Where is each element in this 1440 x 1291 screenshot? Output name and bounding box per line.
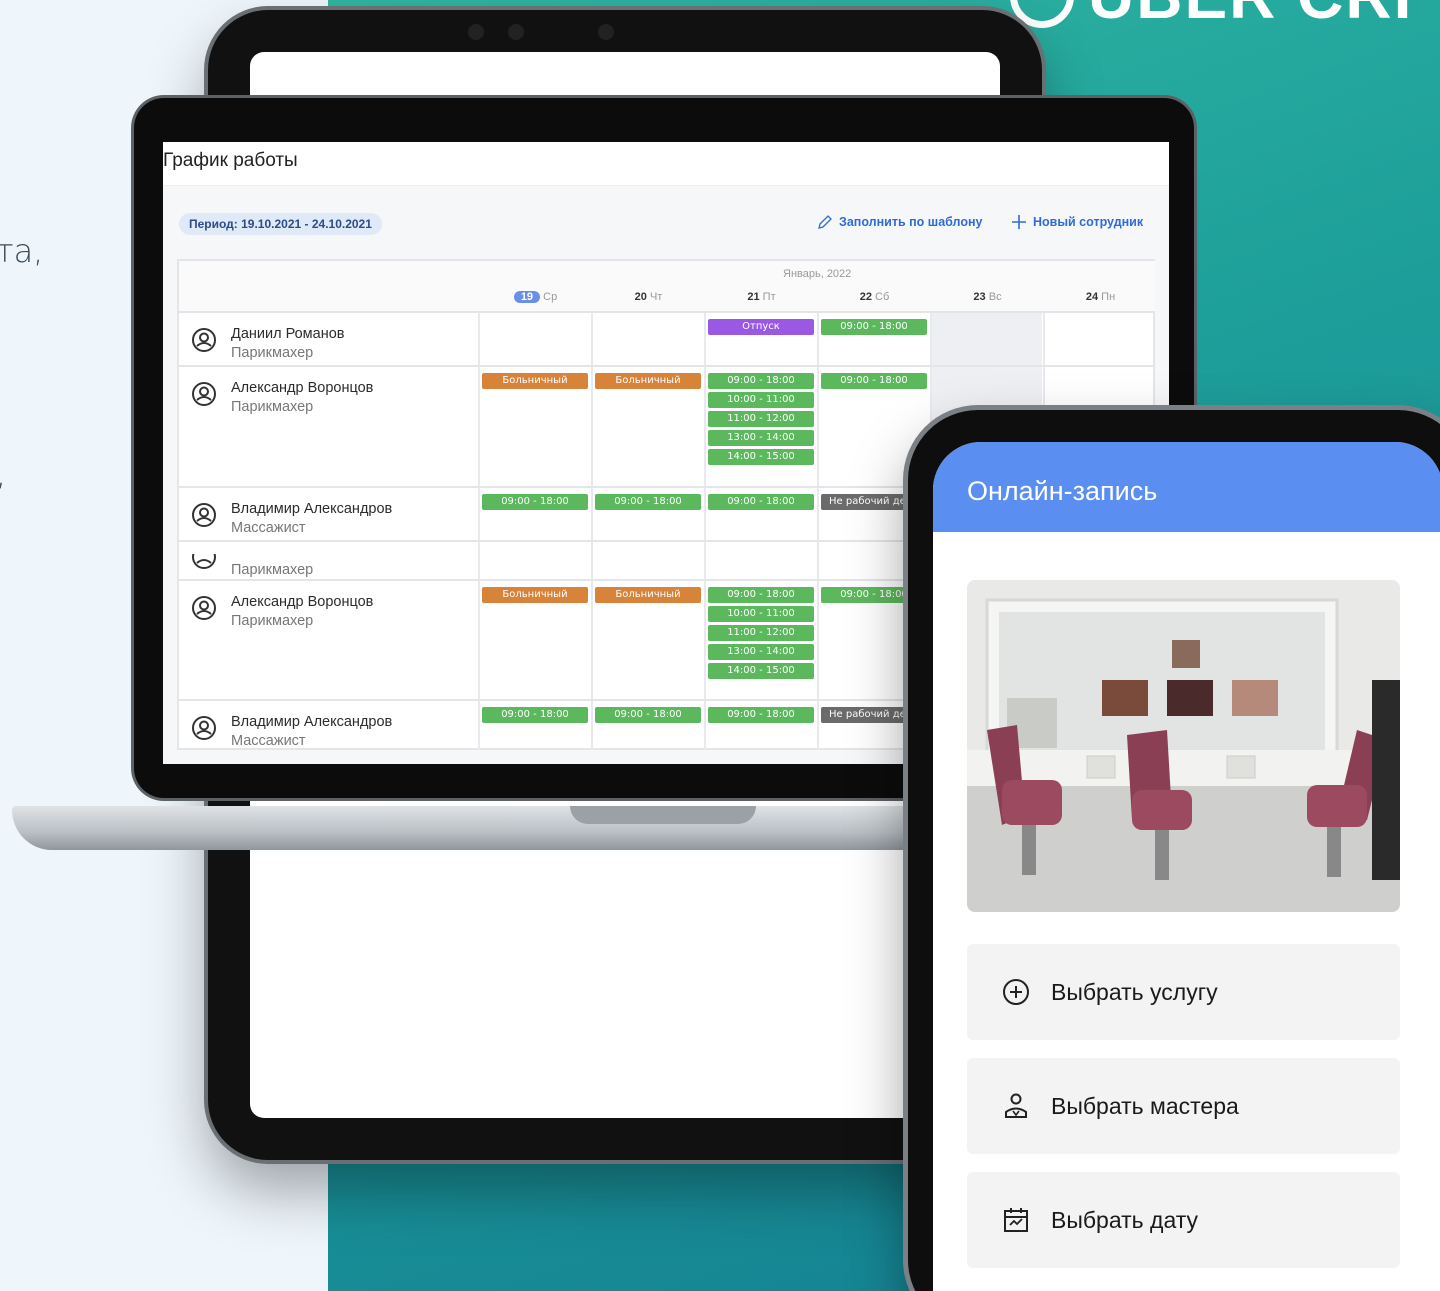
employee-role: Парикмахер	[231, 345, 314, 361]
employee-row[interactable]: Даниил Романов Парикмахер Отпуск 09:00 - …	[179, 313, 1155, 367]
employee-role: Парикмахер	[231, 562, 314, 578]
user-circle-icon	[192, 716, 216, 740]
slot-badge[interactable]: 11:00 - 12:00	[708, 625, 814, 641]
choose-master-label: Выбрать мастера	[1051, 1092, 1239, 1119]
slot-badge[interactable]: 11:00 - 12:00	[708, 411, 814, 427]
slot-badge[interactable]: 13:00 - 14:00	[708, 644, 814, 660]
fill-template-label: Заполнить по шаблону	[839, 215, 983, 229]
sick-badge[interactable]: Больничный	[595, 587, 701, 603]
plus-circle-icon	[1003, 979, 1029, 1005]
phone-header: Онлайн-запись	[933, 442, 1440, 532]
camera-icon	[468, 24, 484, 40]
employee-info: Александр Воронцов Парикмахер	[191, 379, 373, 417]
tablet-camera-bar	[468, 20, 848, 42]
shift-badge[interactable]: 09:00 - 18:00	[482, 707, 588, 723]
slot-badge[interactable]: 10:00 - 11:00	[708, 606, 814, 622]
new-employee-label: Новый сотрудник	[1033, 215, 1144, 229]
day-header: 19 Ср	[479, 291, 592, 303]
shift-badge[interactable]: 09:00 - 18:00	[482, 494, 588, 510]
logo-text: UBER CRI	[1088, 0, 1413, 33]
employee-role: Массажист	[231, 733, 306, 749]
pencil-icon	[818, 215, 832, 229]
grid-header: Январь, 2022 19 Ср 20 Чт 21 Пт 22 Сб 23 …	[179, 261, 1155, 313]
employee-name: Даниил Романов	[231, 326, 345, 342]
period-badge[interactable]: Период: 19.10.2021 - 24.10.2021	[179, 213, 382, 235]
camera-icon	[508, 24, 524, 40]
employee-info: Даниил Романов Парикмахер	[191, 325, 345, 363]
brand-logo: UBER CRI	[1010, 0, 1413, 32]
slot-badge[interactable]: 09:00 - 18:00	[708, 587, 814, 603]
slot-badge[interactable]: 09:00 - 18:00	[708, 373, 814, 389]
master-person-icon	[1005, 1093, 1027, 1118]
day-header: 24 Пн	[1085, 291, 1116, 303]
fill-template-button[interactable]: Заполнить по шаблону	[817, 214, 982, 230]
user-circle-icon	[192, 503, 216, 527]
employee-role: Парикмахер	[231, 399, 314, 415]
employee-name: Владимир Александров	[231, 714, 393, 730]
vacation-badge[interactable]: Отпуск	[708, 319, 814, 335]
user-circle-icon	[192, 382, 216, 406]
plus-icon	[1012, 215, 1026, 229]
shift-badge[interactable]: 09:00 - 18:00	[595, 494, 701, 510]
phone-screen: Онлайн-запись Выбрать услугу Выбрать мас…	[933, 442, 1440, 1291]
choose-service-button[interactable]: Выбрать услугу	[967, 944, 1400, 1040]
shift-badge[interactable]: 09:00 - 18:00	[821, 319, 927, 335]
page-title: График работы	[163, 142, 1169, 186]
user-circle-icon	[192, 328, 216, 352]
choose-date-label: Выбрать дату	[1051, 1206, 1199, 1233]
side-text-fragment: та,	[0, 232, 44, 270]
choose-master-button[interactable]: Выбрать мастера	[967, 1058, 1400, 1154]
day-header: 23 Вс	[973, 291, 1002, 303]
slot-badge[interactable]: 10:00 - 11:00	[708, 392, 814, 408]
calendar-icon	[1004, 1208, 1028, 1232]
shift-badge[interactable]: 09:00 - 18:00	[708, 494, 814, 510]
slot-badge[interactable]: 13:00 - 14:00	[708, 430, 814, 446]
phone-title: Онлайн-запись	[967, 476, 1158, 506]
slot-badge[interactable]: 14:00 - 15:00	[708, 449, 814, 465]
month-label: Январь, 2022	[783, 268, 852, 280]
employee-info: Владимир Александров Массажист	[191, 713, 392, 751]
employee-name: Владимир Александров	[231, 501, 393, 517]
sick-badge[interactable]: Больничный	[482, 373, 588, 389]
camera-icon	[598, 24, 614, 40]
employee-role: Массажист	[231, 520, 306, 536]
side-text-fragment: ,	[0, 455, 6, 493]
choose-service-label: Выбрать услугу	[1051, 978, 1218, 1005]
choose-date-button[interactable]: Выбрать дату	[967, 1172, 1400, 1268]
employee-name: Александр Воронцов	[231, 594, 374, 610]
shift-badge[interactable]: 09:00 - 18:00	[821, 373, 927, 389]
sick-badge[interactable]: Больничный	[482, 587, 588, 603]
salon-photo	[967, 580, 1400, 912]
employee-name: Александр Воронцов	[231, 380, 374, 396]
user-circle-icon	[192, 554, 216, 569]
shift-badge[interactable]: 09:00 - 18:00	[595, 707, 701, 723]
user-circle-icon	[192, 596, 216, 620]
laptop-notch	[570, 806, 756, 824]
employee-info: Парикмахер	[191, 554, 314, 579]
new-employee-button[interactable]: Новый сотрудник	[1011, 214, 1143, 230]
employee-info: Владимир Александров Массажист	[191, 500, 392, 538]
slot-badge[interactable]: 14:00 - 15:00	[708, 663, 814, 679]
shift-badge[interactable]: 09:00 - 18:00	[708, 707, 814, 723]
day-header: 20 Чт	[634, 291, 663, 303]
employee-info: Александр Воронцов Парикмахер	[191, 593, 373, 631]
phone-device: Онлайн-запись Выбрать услугу Выбрать мас…	[908, 410, 1440, 1291]
employee-role: Парикмахер	[231, 613, 314, 629]
day-header: 21 Пт	[747, 291, 776, 303]
day-header: 22 Сб	[859, 291, 890, 303]
sick-badge[interactable]: Больничный	[595, 373, 701, 389]
